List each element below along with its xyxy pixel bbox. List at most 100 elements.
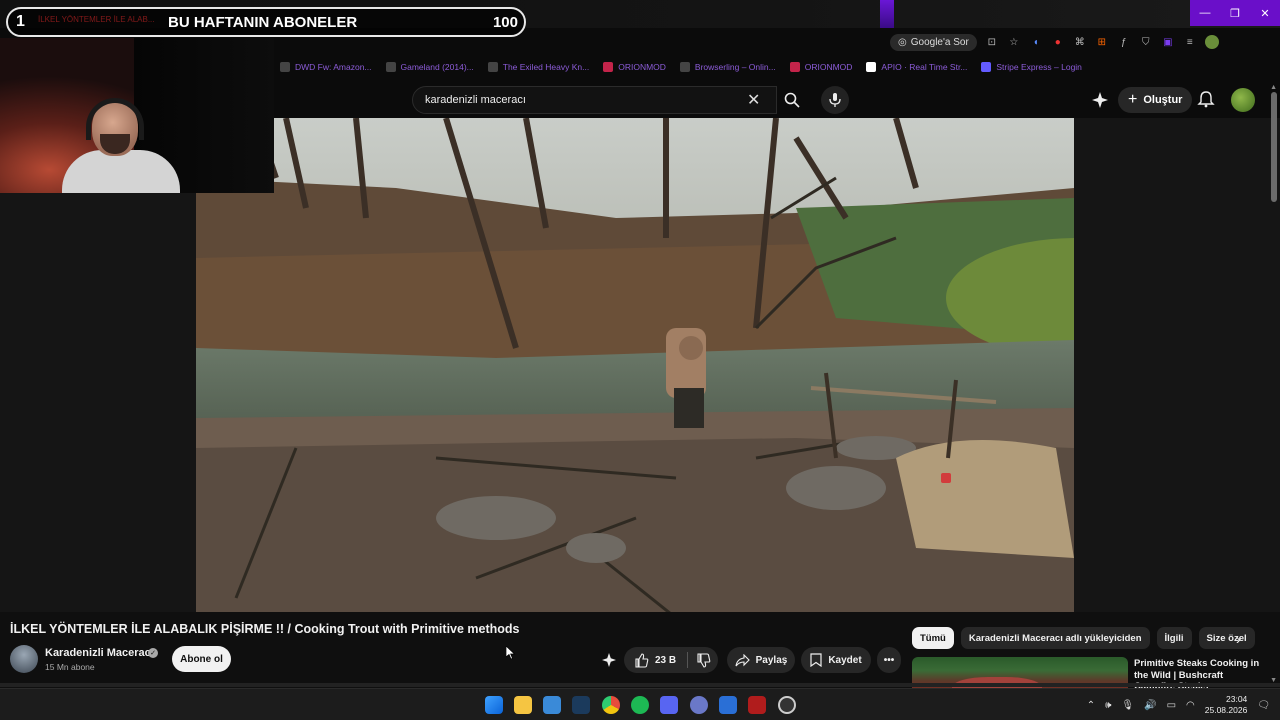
bookmark-star-icon[interactable]: ☆ <box>1007 35 1021 49</box>
search-button[interactable] <box>777 86 807 114</box>
like-dislike-group: 23 B <box>624 647 718 673</box>
file-explorer-icon[interactable] <box>514 696 532 714</box>
extensions-puzzle-icon[interactable]: ▣ <box>1161 35 1175 49</box>
minimize-button[interactable]: — <box>1190 0 1220 26</box>
ai-ask-button[interactable] <box>598 647 620 673</box>
bookmark-favicon-icon <box>487 62 498 72</box>
wifi-icon[interactable]: ◠ <box>1186 700 1195 711</box>
spotify-icon[interactable] <box>631 696 649 714</box>
bookmark-item[interactable]: Browserling – Onlin... <box>679 62 776 72</box>
monitor-icon[interactable]: ▭ <box>1167 700 1176 711</box>
video-player[interactable] <box>196 118 1074 612</box>
mouse-cursor-icon <box>505 645 516 660</box>
bookmark-item[interactable]: ORIONMOD <box>789 62 852 72</box>
speaker-icon[interactable]: 🕪 <box>1105 700 1111 711</box>
more-actions-button[interactable]: ••• <box>877 647 901 673</box>
steam-icon[interactable] <box>572 696 590 714</box>
voice-search-button[interactable] <box>821 86 849 114</box>
channel-name[interactable]: Karadenizli Maceracı <box>45 647 154 659</box>
bookmark-label: ORIONMOD <box>618 62 666 72</box>
chip-related[interactable]: İlgili <box>1156 627 1192 649</box>
share-button[interactable]: Paylaş <box>727 647 795 673</box>
recommendation-chips: Tümü Karadenizli Maceracı adlı yükleyici… <box>912 627 1255 649</box>
close-window-button[interactable]: ✕ <box>1250 0 1280 26</box>
bookmark-favicon-icon <box>866 62 877 72</box>
save-button[interactable]: Kaydet <box>801 647 871 673</box>
extension-icon[interactable]: ⌘ <box>1073 35 1087 49</box>
like-count: 23 B <box>655 654 677 666</box>
account-avatar[interactable] <box>1231 88 1255 112</box>
subscribe-button[interactable]: Abone ol <box>172 646 231 672</box>
share-label: Paylaş <box>755 654 788 666</box>
microphone-icon <box>829 93 841 107</box>
chevron-up-icon[interactable]: ⌃ <box>1087 700 1095 711</box>
bookmark-item[interactable]: The Exiled Heavy Kn... <box>487 62 590 72</box>
create-label: Oluştur <box>1143 94 1183 106</box>
dislike-button[interactable] <box>694 652 712 668</box>
page-scrollbar[interactable] <box>1271 92 1277 202</box>
bookmark-item[interactable]: ORIONMOD <box>603 62 666 72</box>
like-divider <box>687 652 688 668</box>
bookmark-item[interactable]: APIO · Real Time Str... <box>866 62 967 72</box>
system-clock[interactable]: 23:04 25.08.2026 <box>1205 694 1248 716</box>
thumbs-down-icon <box>696 652 710 668</box>
volume-icon[interactable]: 🔊 <box>1144 700 1156 711</box>
clock-date: 25.08.2026 <box>1204 705 1248 715</box>
windows-taskbar: ⌃ 🕪 🎙 🔊 ▭ ◠ 23:04 25.08.2026 🗨 <box>0 688 1280 720</box>
bookmark-item[interactable]: DWD Fw: Amazon... <box>280 62 372 72</box>
widget-count: 100 <box>492 13 518 31</box>
background-tab-title: İLKEL YÖNTEMLER İLE ALAB... <box>38 15 155 24</box>
profile-avatar-icon[interactable] <box>1204 35 1219 49</box>
extension-icon[interactable]: ◖ <box>1029 35 1043 49</box>
menu-icon[interactable]: ≡ <box>1183 35 1197 49</box>
start-menu-icon[interactable] <box>485 696 503 714</box>
create-button[interactable]: + Oluştur <box>1118 87 1193 113</box>
chip-from-uploader[interactable]: Karadenizli Maceracı adlı yükleyiciden <box>960 627 1150 649</box>
bookmark-item[interactable]: Gameland (2014)... <box>385 62 474 72</box>
active-tab-accent[interactable] <box>880 0 894 28</box>
bookmark-label: The Exiled Heavy Kn... <box>502 62 590 72</box>
channel-avatar[interactable] <box>10 645 38 673</box>
obs-icon[interactable] <box>778 696 796 714</box>
bookmark-label: Gameland (2014)... <box>400 62 474 72</box>
plus-icon: + <box>1128 91 1138 108</box>
bottom-divider <box>0 683 1280 687</box>
install-app-icon[interactable]: ⊡ <box>985 35 999 49</box>
search-input[interactable]: karadenizli maceracı <box>412 86 777 114</box>
widget-rank: 1 <box>16 13 25 30</box>
photos-icon[interactable] <box>543 696 561 714</box>
video-frame <box>196 118 1074 612</box>
shield-icon[interactable]: ⛉ <box>1139 35 1153 49</box>
chrome-icon[interactable] <box>602 696 620 714</box>
app-icon[interactable] <box>690 696 708 714</box>
scroll-up-arrow-icon[interactable]: ▲ <box>1270 84 1277 91</box>
chevron-right-icon[interactable]: › <box>1236 631 1241 647</box>
notification-icon[interactable]: 🗨 <box>1257 700 1270 711</box>
mail-icon[interactable] <box>719 696 737 714</box>
bookmark-icon <box>810 653 822 667</box>
extension-red-icon[interactable]: ● <box>1051 35 1065 49</box>
clear-search-icon[interactable]: ✕ <box>747 90 760 110</box>
microphone-icon[interactable]: 🎙 <box>1121 700 1134 711</box>
verified-badge-icon: ✓ <box>148 648 158 658</box>
bookmark-item[interactable]: Stripe Express – Login <box>981 62 1082 72</box>
app-red-icon[interactable] <box>748 696 766 714</box>
window-controls: — ❐ ✕ <box>1190 0 1280 26</box>
notifications-bell-icon[interactable] <box>1197 90 1215 108</box>
chip-all[interactable]: Tümü <box>912 627 954 649</box>
bookmark-favicon-icon <box>280 62 290 72</box>
google-ask-button[interactable]: ◎ Google'a Sor <box>890 33 977 51</box>
like-button[interactable]: 23 B <box>624 647 676 673</box>
discord-icon[interactable] <box>660 696 678 714</box>
webcam-overlay <box>0 38 274 193</box>
scroll-down-arrow-icon[interactable]: ▼ <box>1270 677 1277 684</box>
chip-for-you[interactable]: Size özel <box>1198 627 1255 649</box>
maximize-button[interactable]: ❐ <box>1220 0 1250 26</box>
ai-sparkle-icon[interactable] <box>1091 91 1109 109</box>
search-icon <box>784 92 800 108</box>
extension-icon[interactable]: ƒ <box>1117 35 1131 49</box>
extension-icon[interactable]: ⊞ <box>1095 35 1109 49</box>
bookmark-label: Browserling – Onlin... <box>694 62 776 72</box>
bookmark-favicon-icon <box>385 62 396 72</box>
widget-title: BU HAFTANIN ABONELER <box>168 13 358 31</box>
